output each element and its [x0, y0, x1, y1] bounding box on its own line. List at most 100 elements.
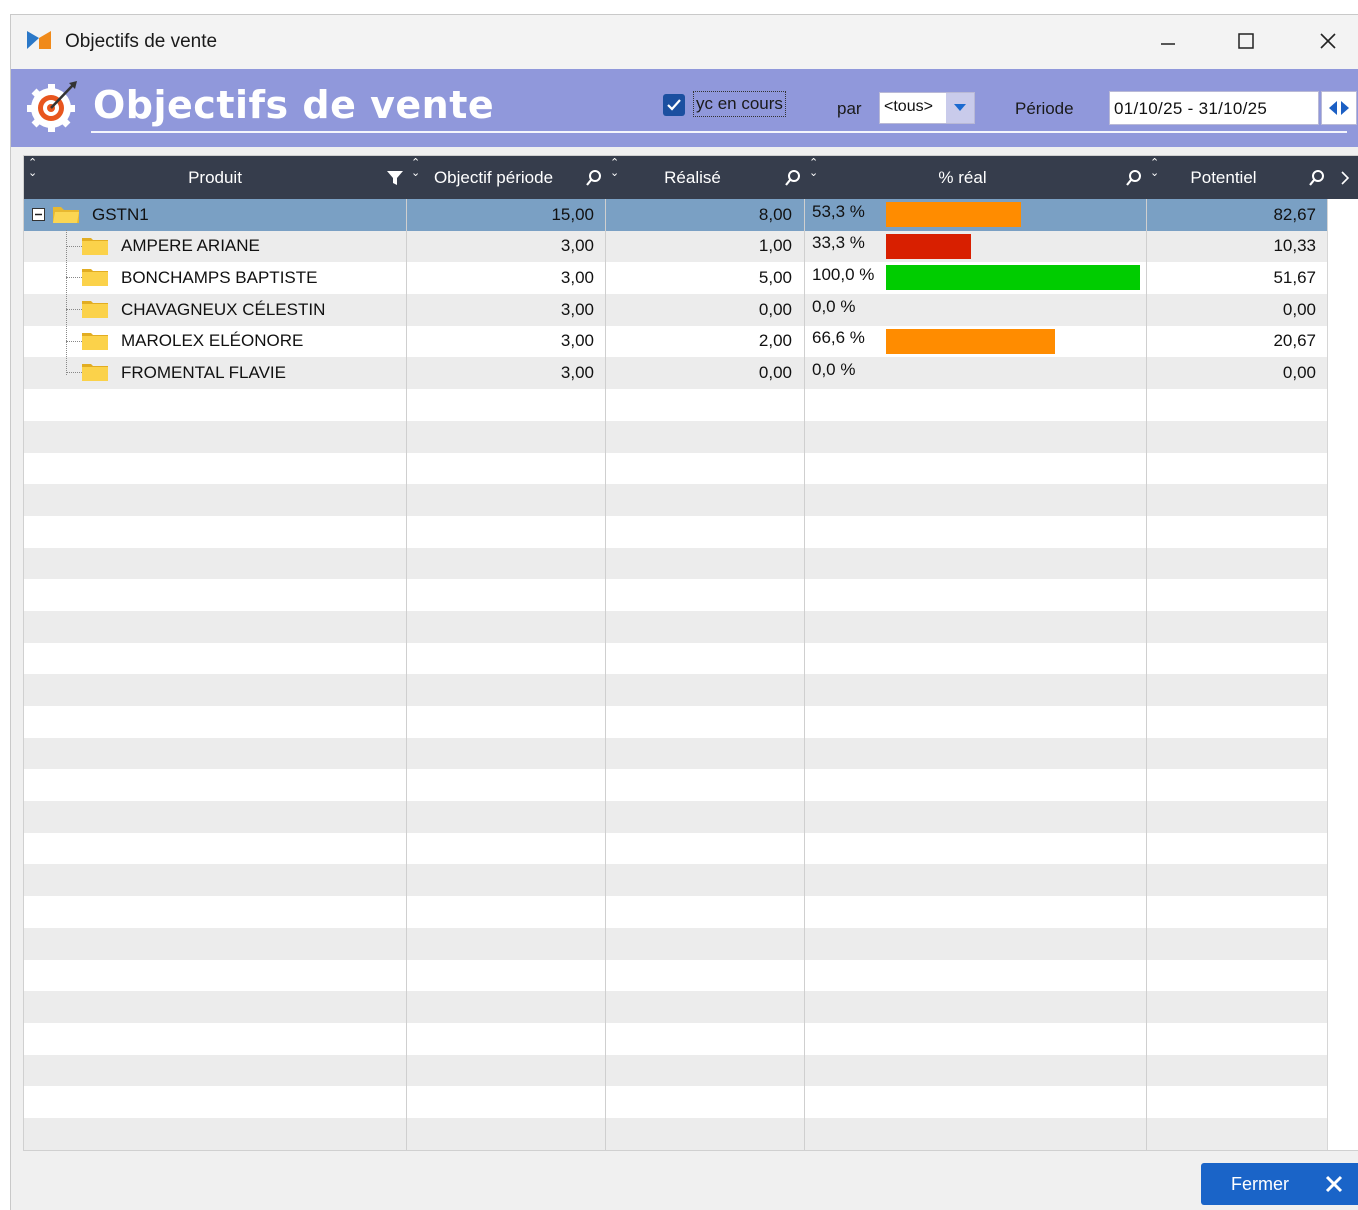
empty-row	[24, 1054, 1327, 1087]
app-logo-icon	[27, 31, 51, 49]
par-select[interactable]: <tous>	[879, 92, 975, 124]
column-divider	[1146, 199, 1147, 1150]
title-underline	[91, 131, 1347, 133]
vertical-scrollbar[interactable]	[1327, 199, 1358, 1150]
column-header-realise[interactable]: Réalisé	[606, 156, 805, 199]
empty-row	[24, 1086, 1327, 1118]
column-header-potentiel[interactable]: Potentiel	[1146, 156, 1327, 199]
empty-row	[24, 484, 1327, 516]
pct-real-value: 0,0 %	[812, 359, 856, 379]
pct-real-value: 33,3 %	[812, 233, 865, 253]
maximize-button[interactable]	[1223, 23, 1269, 59]
close-icon	[1325, 1175, 1343, 1193]
realise-value: 1,00	[758, 236, 792, 256]
maximize-icon	[1238, 33, 1254, 49]
next-period-icon[interactable]	[1340, 101, 1350, 115]
page-title: Objectifs de vente	[93, 83, 495, 127]
periode-label: Période	[1015, 99, 1074, 118]
column-header-pct-real[interactable]: % réal	[805, 156, 1146, 199]
objectives-grid[interactable]: ⌃ ⌄ Produit ⌃ ⌄ Objectif période ⌃ ⌄ Réalis…	[23, 155, 1358, 1151]
search-icon[interactable]	[1125, 169, 1143, 187]
empty-row	[24, 737, 1327, 770]
realise-value: 5,00	[758, 267, 792, 287]
empty-row	[24, 420, 1327, 453]
fermer-button[interactable]: Fermer	[1201, 1163, 1358, 1205]
empty-row	[24, 769, 1327, 801]
target-gear-icon	[27, 81, 77, 132]
product-name: AMPERE ARIANE	[121, 236, 260, 256]
objectif-value: 15,00	[551, 204, 594, 224]
grid-body: GSTN1 15,00 8,00 53,3 % 82,67 AMPERE ARIANE 3,…	[24, 199, 1327, 1150]
pct-real-value: 0,0 %	[812, 296, 856, 316]
chevron-down-icon	[954, 104, 966, 111]
tree-connector	[66, 309, 82, 311]
empty-row	[24, 1023, 1327, 1055]
folder-icon	[81, 299, 109, 319]
search-icon[interactable]	[784, 169, 802, 187]
table-row[interactable]: MAROLEX ELÉONORE 3,00 2,00 66,6 % 20,67	[24, 326, 1327, 358]
search-icon[interactable]	[1308, 169, 1326, 187]
empty-row	[24, 1117, 1327, 1150]
realise-value: 0,00	[758, 299, 792, 319]
par-dropdown-button[interactable]	[946, 93, 974, 123]
table-row[interactable]: AMPERE ARIANE 3,00 1,00 33,3 % 10,33	[24, 230, 1327, 263]
empty-row	[24, 896, 1327, 928]
pct-progress-bar	[886, 233, 971, 259]
filter-icon[interactable]	[386, 169, 404, 187]
objectif-value: 3,00	[560, 362, 594, 382]
product-name: BONCHAMPS BAPTISTE	[121, 267, 318, 287]
folder-icon	[81, 362, 109, 382]
objectif-value: 3,00	[560, 236, 594, 256]
empty-row	[24, 706, 1327, 738]
potentiel-value: 10,33	[1273, 236, 1316, 256]
periode-value: 01/10/25 - 31/10/25	[1114, 99, 1268, 118]
minus-icon	[35, 213, 42, 216]
periode-nav[interactable]	[1321, 91, 1357, 125]
empty-row	[24, 674, 1327, 706]
tree-connector	[66, 277, 82, 279]
empty-row	[24, 579, 1327, 611]
empty-row	[24, 960, 1327, 992]
column-header-objectif[interactable]: Objectif période	[407, 156, 606, 199]
folder-icon	[81, 236, 109, 256]
pct-progress-bar	[886, 202, 1021, 227]
chevron-right-icon[interactable]	[1336, 169, 1354, 187]
column-header-produit[interactable]: Produit	[24, 156, 406, 199]
pct-progress-bar	[886, 328, 1055, 354]
fermer-label: Fermer	[1231, 1174, 1289, 1194]
table-row[interactable]: FROMENTAL FLAVIE 3,00 0,00 0,0 % 0,00	[24, 357, 1327, 390]
previous-period-icon[interactable]	[1328, 101, 1338, 115]
minimize-button[interactable]	[1145, 23, 1191, 59]
checkmark-icon	[667, 99, 681, 111]
collapse-toggle[interactable]	[32, 208, 45, 221]
empty-row	[24, 864, 1327, 897]
tree-connector	[66, 372, 82, 374]
search-icon[interactable]	[585, 169, 603, 187]
empty-row	[24, 991, 1327, 1023]
pct-real-value: 66,6 %	[812, 328, 865, 348]
tree-connector	[66, 245, 82, 247]
include-current-label[interactable]: yc en cours	[693, 91, 786, 117]
window-close-button[interactable]	[1305, 23, 1351, 59]
header-banner: Objectifs de vente yc en cours par <tous…	[11, 69, 1358, 147]
objectif-value: 3,00	[560, 299, 594, 319]
objectif-value: 3,00	[560, 267, 594, 287]
include-current-checkbox[interactable]	[663, 94, 685, 116]
table-row-group[interactable]: GSTN1 15,00 8,00 53,3 % 82,67	[24, 199, 1327, 231]
empty-row	[24, 516, 1327, 548]
window: Objectifs de vente Objectifs de vente yc…	[10, 14, 1358, 1210]
pct-real-value: 53,3 %	[812, 201, 865, 221]
empty-row	[24, 643, 1327, 675]
minimize-icon	[1161, 43, 1175, 45]
tree-connector	[66, 230, 67, 375]
realise-value: 8,00	[758, 204, 792, 224]
pct-real-value: 100,0 %	[812, 264, 875, 284]
empty-row	[24, 610, 1327, 643]
par-select-value: <tous>	[884, 98, 933, 115]
table-row[interactable]: CHAVAGNEUX CÉLESTIN 3,00 0,00 0,0 % 0,00	[24, 294, 1327, 326]
table-row[interactable]: BONCHAMPS BAPTISTE 3,00 5,00 100,0 % 51,67	[24, 262, 1327, 294]
periode-field[interactable]: 01/10/25 - 31/10/25	[1109, 91, 1319, 125]
close-icon	[1320, 33, 1336, 49]
potentiel-value: 82,67	[1273, 204, 1316, 224]
product-name: MAROLEX ELÉONORE	[121, 331, 304, 351]
